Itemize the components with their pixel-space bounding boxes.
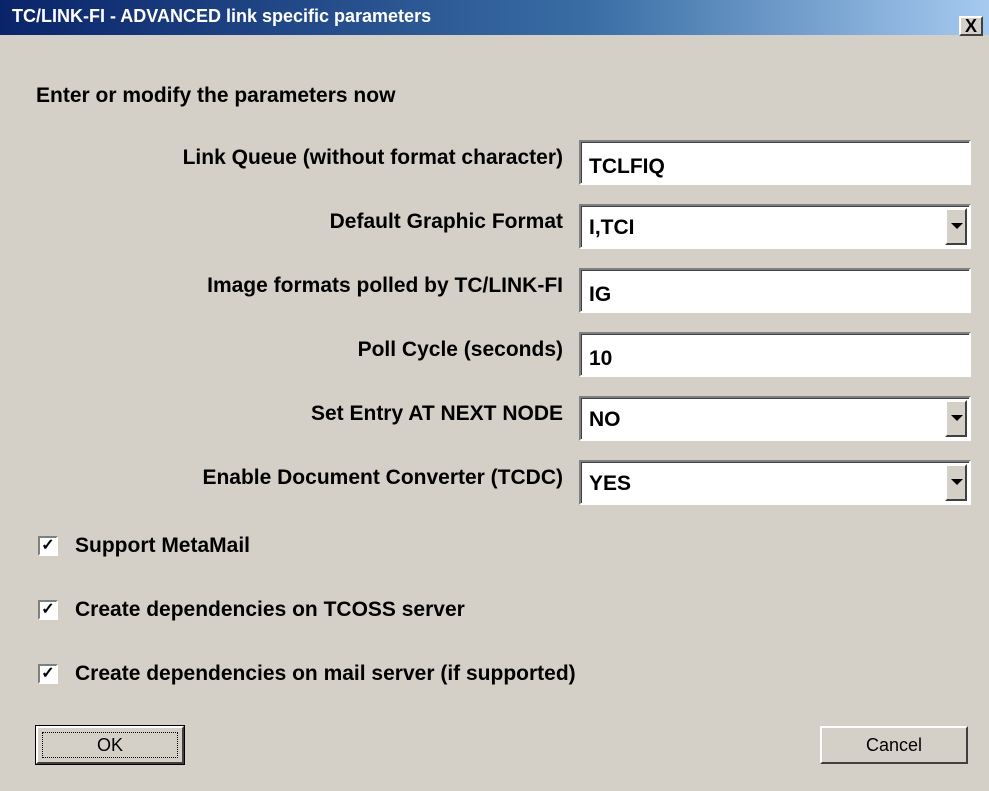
enable-converter-select[interactable]: YES <box>579 460 971 505</box>
title-bar[interactable]: TC/LINK-FI - ADVANCED link specific para… <box>0 0 989 35</box>
poll-cycle-label: Poll Cycle (seconds) <box>357 338 563 361</box>
link-queue-label: Link Queue (without format character) <box>182 146 563 169</box>
set-entry-value: NO <box>589 408 621 431</box>
default-graphic-format-label: Default Graphic Format <box>329 210 563 233</box>
support-metamail-label[interactable]: Support MetaMail <box>75 534 250 558</box>
enable-converter-value: YES <box>589 472 632 495</box>
default-graphic-format-value: I,TCI <box>589 216 635 239</box>
window-title: TC/LINK-FI - ADVANCED link specific para… <box>12 6 432 26</box>
chevron-down-icon[interactable] <box>945 400 967 437</box>
dialog-window: TC/LINK-FI - ADVANCED link specific para… <box>0 0 989 791</box>
enable-converter-label: Enable Document Converter (TCDC) <box>202 466 563 489</box>
image-formats-input[interactable] <box>579 268 971 313</box>
mail-dependencies-label[interactable]: Create dependencies on mail server (if s… <box>75 662 576 686</box>
mail-dependencies-checkbox[interactable]: ✓ <box>38 664 58 684</box>
cancel-button-label: Cancel <box>865 735 923 755</box>
set-entry-label: Set Entry AT NEXT NODE <box>310 402 563 425</box>
instruction-text: Enter or modify the parameters now <box>36 84 396 107</box>
tcoss-dependencies-checkbox[interactable]: ✓ <box>38 600 58 620</box>
tcoss-dependencies-label[interactable]: Create dependencies on TCOSS server <box>75 598 465 622</box>
support-metamail-checkbox[interactable]: ✓ <box>38 536 58 556</box>
set-entry-select[interactable]: NO <box>579 396 971 441</box>
default-graphic-format-select[interactable]: I,TCI <box>579 204 971 249</box>
ok-button[interactable]: OK <box>35 725 185 765</box>
poll-cycle-input[interactable] <box>579 332 971 377</box>
focus-rect <box>42 732 178 758</box>
cancel-button[interactable]: Cancel <box>820 726 968 764</box>
chevron-down-icon[interactable] <box>945 208 967 245</box>
close-icon: X <box>964 16 977 36</box>
close-button[interactable]: X <box>959 16 983 36</box>
chevron-down-icon[interactable] <box>945 464 967 501</box>
image-formats-label: Image formats polled by TC/LINK-FI <box>207 274 563 297</box>
link-queue-input[interactable] <box>579 140 971 185</box>
